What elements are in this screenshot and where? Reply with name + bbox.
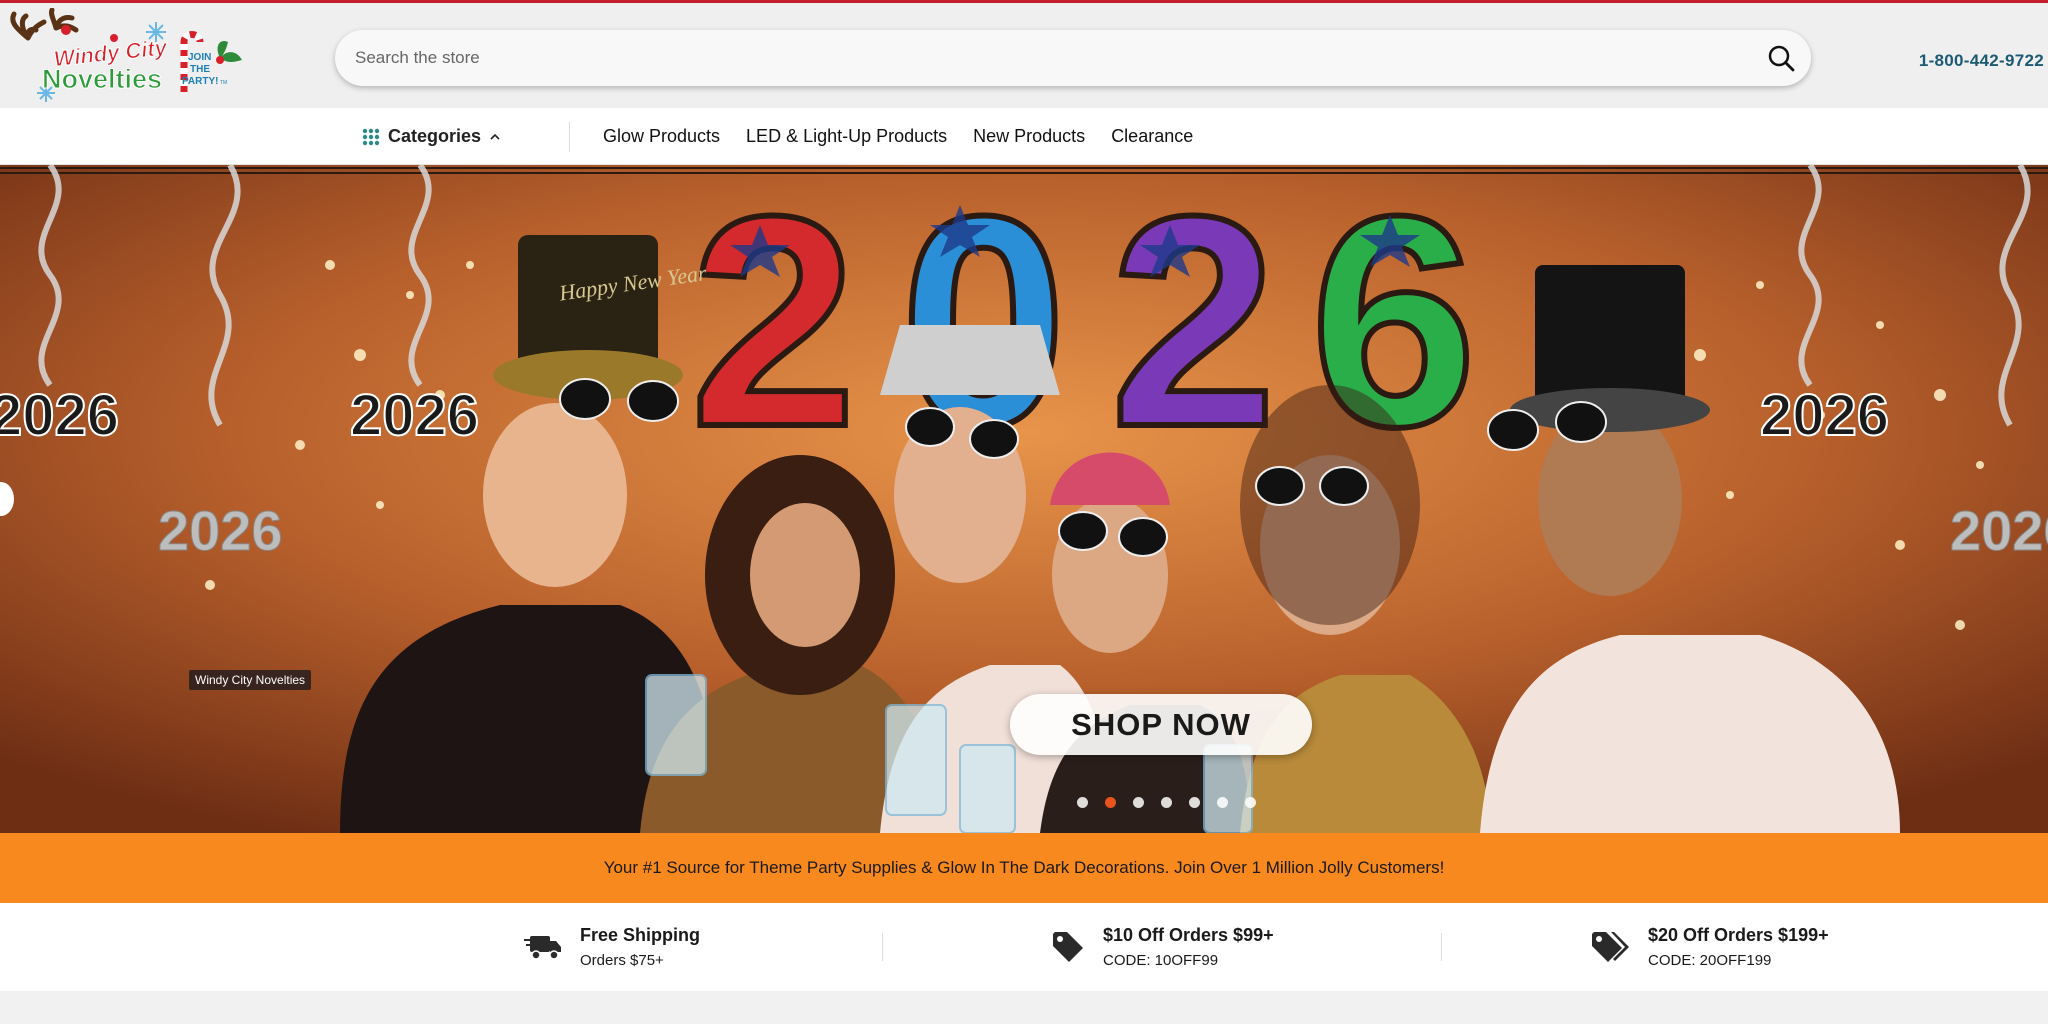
tag-icon bbox=[1053, 932, 1083, 962]
slider-dot[interactable] bbox=[1133, 797, 1144, 808]
feature-free-shipping: Free Shipping Orders $75+ bbox=[524, 903, 700, 991]
slider-dot[interactable] bbox=[1245, 797, 1256, 808]
hanging-year-2: 2026 bbox=[350, 383, 479, 448]
feature-divider bbox=[882, 933, 883, 961]
feature-title: $20 Off Orders $199+ bbox=[1648, 925, 1829, 945]
main-nav: Categories Glow Products LED & Light-Up … bbox=[0, 108, 2048, 165]
nav-link-glow-products[interactable]: Glow Products bbox=[603, 126, 720, 147]
nav-link-led-products[interactable]: LED & Light-Up Products bbox=[746, 126, 947, 147]
feature-divider bbox=[1441, 933, 1442, 961]
slider-dot[interactable] bbox=[1217, 797, 1228, 808]
search-input[interactable] bbox=[335, 30, 1751, 86]
logo-text-line2: Novelties bbox=[42, 64, 162, 94]
feature-title: Free Shipping bbox=[580, 925, 701, 945]
categories-button[interactable]: Categories bbox=[362, 108, 501, 165]
promo-text: Your #1 Source for Theme Party Supplies … bbox=[603, 858, 1445, 877]
logo-tagline-1: JOIN bbox=[188, 52, 211, 63]
feature-title: $10 Off Orders $99+ bbox=[1103, 925, 1274, 945]
truck-icon bbox=[524, 936, 561, 960]
categories-label: Categories bbox=[388, 126, 482, 146]
feature-subtitle: CODE: 20OFF199 bbox=[1648, 952, 1772, 969]
phone-link[interactable]: 1-800-442-9722 bbox=[1919, 51, 2044, 71]
nav-divider bbox=[569, 122, 570, 152]
hanging-year-4: 2026 bbox=[1760, 383, 1889, 448]
hanging-year-3: 2026 bbox=[158, 499, 283, 562]
nav-link-clearance[interactable]: Clearance bbox=[1111, 126, 1193, 147]
slider-dot[interactable] bbox=[1189, 797, 1200, 808]
search-bar bbox=[335, 30, 1811, 86]
slider-dots bbox=[1077, 797, 1256, 808]
grid-icon bbox=[362, 128, 380, 145]
svg-text:2: 2 bbox=[1110, 165, 1277, 489]
logo-tagline-3: PARTY! bbox=[182, 76, 218, 87]
slider-dot[interactable] bbox=[1077, 797, 1088, 808]
slider-dot[interactable] bbox=[1161, 797, 1172, 808]
feature-subtitle: CODE: 10OFF99 bbox=[1103, 952, 1219, 969]
hanging-year-5: 2026 bbox=[1950, 499, 2048, 562]
photo-credit-label: Windy City Novelties bbox=[189, 670, 312, 690]
features-bar: Free Shipping Orders $75+ $10 Off Orders… bbox=[0, 903, 2048, 991]
search-icon bbox=[1768, 45, 1795, 72]
svg-text:2: 2 bbox=[690, 165, 857, 489]
promo-banner: Your #1 Source for Theme Party Supplies … bbox=[0, 833, 2048, 903]
page-bottom-area bbox=[0, 991, 2048, 1024]
tags-icon bbox=[1592, 932, 1629, 962]
logo-trademark: TM bbox=[220, 80, 227, 86]
shop-now-button[interactable]: SHOP NOW bbox=[1010, 694, 1312, 755]
logo-tagline-2: THE bbox=[190, 64, 210, 75]
hero-banner[interactable]: 2026 2026 2026 2026 2026 2 0 2 6 Happy bbox=[0, 165, 2048, 833]
nav-links: Glow Products LED & Light-Up Products Ne… bbox=[603, 108, 1193, 165]
feature-10-off: $10 Off Orders $99+ CODE: 10OFF99 bbox=[1051, 903, 1274, 991]
slider-dot[interactable] bbox=[1105, 797, 1116, 808]
nav-link-new-products[interactable]: New Products bbox=[973, 126, 1085, 147]
search-button[interactable] bbox=[1751, 30, 1811, 86]
hanging-year-1: 2026 bbox=[0, 383, 119, 448]
store-logo[interactable]: Windy City Novelties JOIN THE PARTY! TM bbox=[6, 7, 246, 106]
chevron-up-icon bbox=[490, 133, 500, 140]
site-header: Windy City Novelties JOIN THE PARTY! TM … bbox=[0, 3, 2048, 108]
feature-subtitle: Orders $75+ bbox=[580, 952, 664, 969]
feature-20-off: $20 Off Orders $199+ CODE: 20OFF199 bbox=[1590, 903, 1829, 991]
